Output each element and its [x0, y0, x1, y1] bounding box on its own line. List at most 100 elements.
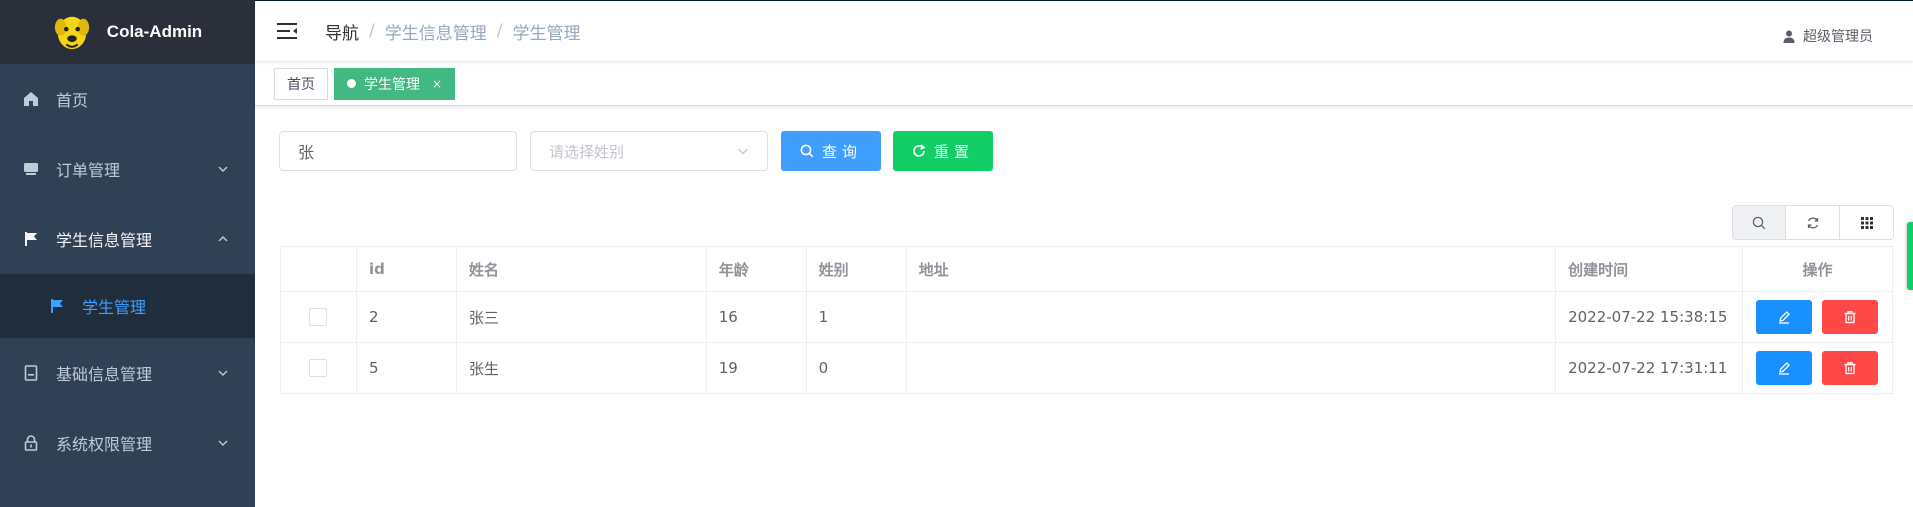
user-icon	[1783, 30, 1795, 43]
query-button[interactable]: 查询	[781, 131, 881, 171]
row-select-cell	[280, 291, 357, 343]
name-search-value: 张	[298, 143, 315, 162]
column-header-age[interactable]: 年龄	[705, 246, 807, 292]
user-name: 超级管理员	[1803, 29, 1873, 45]
sidebar-item-label: 基础信息管理	[56, 365, 153, 384]
edit-icon	[1779, 362, 1791, 375]
side-drawer-handle[interactable]	[1907, 222, 1913, 290]
chevron-down-icon	[218, 166, 228, 172]
refresh-icon	[1807, 217, 1818, 228]
column-header-gender[interactable]: 姓别	[805, 246, 907, 292]
cell-actions	[1741, 342, 1894, 394]
breadcrumb-separator: /	[369, 21, 375, 41]
name-search-input[interactable]: 张	[279, 131, 517, 171]
cell-gender: 1	[805, 291, 907, 343]
tag-label: 学生管理	[364, 76, 420, 93]
flag-icon	[48, 297, 66, 315]
logo-bar: Cola-Admin	[0, 0, 255, 64]
row-checkbox[interactable]	[309, 359, 328, 378]
reset-button[interactable]: 重置	[893, 131, 993, 171]
search-form: 张 请选择姓别 查询 重置	[279, 131, 993, 171]
table-row: 2 张三 16 1 2022-07-22 15:38:15	[280, 291, 1894, 343]
breadcrumb-item: 学生信息管理	[384, 23, 487, 44]
tag-home[interactable]: 首页	[274, 67, 328, 100]
lock-icon	[22, 434, 40, 452]
user-menu[interactable]: 超级管理员	[1783, 26, 1873, 46]
column-header-actions: 操作	[1741, 246, 1894, 292]
toggle-search-button[interactable]	[1732, 205, 1786, 240]
main-area: 导航 / 学生信息管理 / 学生管理 超级管理员 首页 学生管理 × 张 请选择…	[255, 0, 1913, 507]
column-header-created[interactable]: 创建时间	[1555, 246, 1743, 292]
cell-gender: 0	[805, 342, 907, 394]
document-icon	[22, 364, 40, 382]
table-toolbar	[1732, 205, 1894, 240]
chevron-up-icon	[218, 236, 228, 242]
breadcrumb-item: 学生管理	[512, 23, 581, 44]
column-header-select	[280, 246, 357, 292]
sidebar-item-basic-info[interactable]: 基础信息管理	[0, 338, 255, 408]
tag-student-manage[interactable]: 学生管理 ×	[334, 67, 456, 100]
menu-fold-icon[interactable]	[277, 22, 299, 40]
sidebar-item-label: 首页	[56, 91, 89, 110]
cell-address	[905, 291, 1557, 343]
sidebar-item-orders[interactable]: 订单管理	[0, 134, 255, 204]
app-name: Cola-Admin	[106, 22, 203, 41]
order-icon	[22, 160, 40, 178]
cell-created: 2022-07-22 17:31:11	[1555, 342, 1743, 394]
column-header-id[interactable]: id	[355, 246, 457, 292]
column-header-name[interactable]: 姓名	[455, 246, 707, 292]
cell-name: 张生	[455, 342, 707, 394]
breadcrumb-item[interactable]: 导航	[325, 19, 359, 44]
dog-logo-icon	[54, 16, 89, 50]
grid-icon	[1860, 216, 1873, 229]
breadcrumb-separator: /	[496, 21, 503, 41]
sidebar-item-label: 学生管理	[82, 298, 147, 317]
column-header-address[interactable]: 地址	[905, 246, 1557, 292]
gender-select[interactable]: 请选择姓别	[530, 131, 768, 171]
edit-button[interactable]	[1756, 300, 1813, 334]
tags-view: 首页 学生管理 ×	[255, 62, 1913, 106]
navbar: 导航 / 学生信息管理 / 学生管理 超级管理员	[255, 0, 1913, 62]
home-icon	[22, 90, 40, 108]
breadcrumb: 导航 / 学生信息管理 / 学生管理	[325, 19, 580, 44]
gender-select-placeholder: 请选择姓别	[549, 142, 625, 161]
row-select-cell	[280, 342, 357, 394]
student-table: id 姓名 年龄 姓别 地址 创建时间 操作 2 张三 16 1 2022-07…	[280, 246, 1894, 394]
search-icon	[800, 144, 814, 158]
query-button-label: 查询	[821, 142, 862, 161]
sidebar: Cola-Admin 首页 订单管理 学生信息管理 学生管理 基础信息管理 系统…	[0, 0, 255, 507]
reset-button-label: 重置	[933, 142, 974, 161]
chevron-down-icon	[218, 370, 228, 376]
chevron-down-icon	[218, 440, 228, 446]
refresh-icon	[913, 144, 926, 157]
sidebar-item-home[interactable]: 首页	[0, 64, 255, 134]
sidebar-item-student-manage[interactable]: 学生管理	[0, 274, 255, 338]
table-row: 5 张生 19 0 2022-07-22 17:31:11	[280, 342, 1894, 394]
cell-id: 5	[355, 342, 457, 394]
trash-icon	[1844, 362, 1856, 375]
cell-age: 19	[705, 342, 807, 394]
cell-actions	[1741, 291, 1894, 343]
active-dot-icon	[347, 79, 356, 88]
cell-address	[905, 342, 1557, 394]
search-icon	[1752, 216, 1766, 229]
tag-label: 首页	[287, 76, 315, 93]
sidebar-item-permissions[interactable]: 系统权限管理	[0, 408, 255, 478]
sidebar-item-label: 学生信息管理	[56, 231, 153, 250]
close-icon[interactable]: ×	[432, 77, 442, 91]
sidebar-item-label: 订单管理	[56, 161, 121, 180]
refresh-button[interactable]	[1786, 205, 1840, 240]
edit-button[interactable]	[1756, 351, 1813, 385]
table-header-row: id 姓名 年龄 姓别 地址 创建时间 操作	[280, 246, 1894, 292]
delete-button[interactable]	[1822, 300, 1879, 334]
sidebar-item-student-info[interactable]: 学生信息管理	[0, 204, 255, 274]
sidebar-item-label: 系统权限管理	[56, 435, 153, 454]
edit-icon	[1779, 311, 1791, 324]
delete-button[interactable]	[1822, 351, 1879, 385]
trash-icon	[1844, 311, 1856, 324]
cell-name: 张三	[455, 291, 707, 343]
cell-created: 2022-07-22 15:38:15	[1555, 291, 1743, 343]
columns-button[interactable]	[1840, 205, 1894, 240]
row-checkbox[interactable]	[309, 308, 328, 327]
cell-id: 2	[355, 291, 457, 343]
